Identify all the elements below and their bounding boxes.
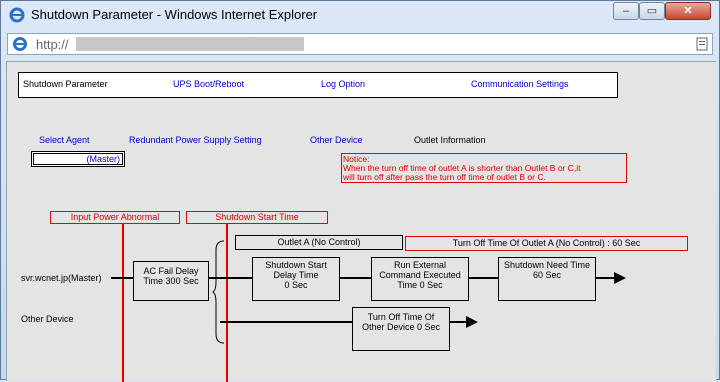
notice-box: Notice: When the turn off time of outlet… — [341, 153, 627, 183]
address-bar[interactable]: http:// — [7, 33, 713, 55]
other-device-label: Other Device — [21, 314, 74, 324]
turn-off-other-line-2: Other Device 0 Sec — [361, 322, 441, 332]
title-bar: Shutdown Parameter - Windows Internet Ex… — [1, 1, 719, 29]
nav-log-option[interactable]: Log Option — [321, 79, 365, 89]
top-nav: Shutdown Parameter UPS Boot/Reboot Log O… — [18, 72, 618, 98]
agent-select-inner[interactable]: (Master) — [33, 153, 123, 165]
nav-shutdown-parameter[interactable]: Shutdown Parameter — [23, 79, 108, 89]
compatibility-view-icon[interactable] — [696, 37, 708, 51]
turn-off-other-line-1: Turn Off Time Of — [367, 312, 435, 322]
arrow-right-icon — [614, 272, 626, 284]
outlet-a-box: Outlet A (No Control) — [235, 235, 403, 250]
bracket-icon — [212, 240, 225, 344]
shutdown-delay-line-1: Shutdown Start — [265, 260, 327, 270]
close-button[interactable]: ✕ — [665, 2, 711, 20]
sub-redundant-power[interactable]: Redundant Power Supply Setting — [129, 135, 262, 145]
ie-page-icon — [13, 37, 27, 51]
address-redacted — [76, 37, 304, 51]
address-text[interactable]: http:// — [36, 37, 69, 52]
input-power-abnormal-marker — [122, 224, 124, 382]
run-external-box: Run External Command Executed Time 0 Sec — [371, 257, 469, 301]
input-power-abnormal-label: Input Power Abnormal — [50, 211, 180, 224]
turn-off-other-box: Turn Off Time Of Other Device 0 Sec — [352, 307, 450, 351]
shutdown-start-time-label: Shutdown Start Time — [186, 211, 328, 224]
agent-select[interactable]: (Master) — [31, 151, 125, 167]
notice-line-2: will turn off after pass the turn off ti… — [343, 172, 546, 182]
run-external-line-3: Time 0 Sec — [397, 280, 443, 290]
run-external-line-2: Command Executed — [379, 270, 461, 280]
shutdown-need-line-2: 60 Sec — [532, 270, 562, 280]
sub-outlet-information: Outlet Information — [414, 135, 486, 145]
agent-select-value[interactable]: (Master) — [87, 154, 121, 164]
shutdown-need-box: Shutdown Need Time 60 Sec — [498, 257, 596, 301]
nav-ups-boot-reboot[interactable]: UPS Boot/Reboot — [173, 79, 244, 89]
flow-line-3 — [340, 277, 372, 279]
turn-off-outlet-a-label: Turn Off Time Of Outlet A (No Control) :… — [405, 236, 688, 251]
master-device-label: svr.wcnet.jp(Master) — [21, 273, 102, 283]
shutdown-delay-box: Shutdown Start Delay Time 0 Sec — [252, 257, 340, 301]
shutdown-need-line-1: Shutdown Need Time — [503, 260, 591, 270]
browser-window: Shutdown Parameter - Windows Internet Ex… — [0, 0, 720, 382]
flow-line-2 — [209, 277, 253, 279]
ac-fail-line-2: Time 300 Sec — [143, 276, 199, 286]
minimize-button[interactable]: – — [613, 2, 639, 20]
shutdown-start-time-marker — [226, 224, 228, 382]
nav-communication-settings[interactable]: Communication Settings — [471, 79, 569, 89]
run-external-line-1: Run External — [393, 260, 447, 270]
ie-logo-icon — [9, 7, 25, 23]
ac-fail-delay-box: AC Fail Delay Time 300 Sec — [133, 261, 209, 301]
shutdown-delay-line-2: Delay Time — [273, 270, 319, 280]
arrow-right-icon — [466, 316, 478, 328]
sub-other-device[interactable]: Other Device — [310, 135, 363, 145]
sub-select-agent[interactable]: Select Agent — [39, 135, 90, 145]
shutdown-delay-line-3: 0 Sec — [284, 280, 308, 290]
flow-line-5 — [596, 277, 616, 279]
page-content: Shutdown Parameter UPS Boot/Reboot Log O… — [6, 61, 716, 382]
maximize-button[interactable]: ▭ — [639, 2, 665, 20]
flow-line-1 — [111, 277, 135, 279]
window-title: Shutdown Parameter - Windows Internet Ex… — [31, 7, 318, 22]
flow-line-4 — [469, 277, 499, 279]
ac-fail-line-1: AC Fail Delay — [143, 266, 199, 276]
